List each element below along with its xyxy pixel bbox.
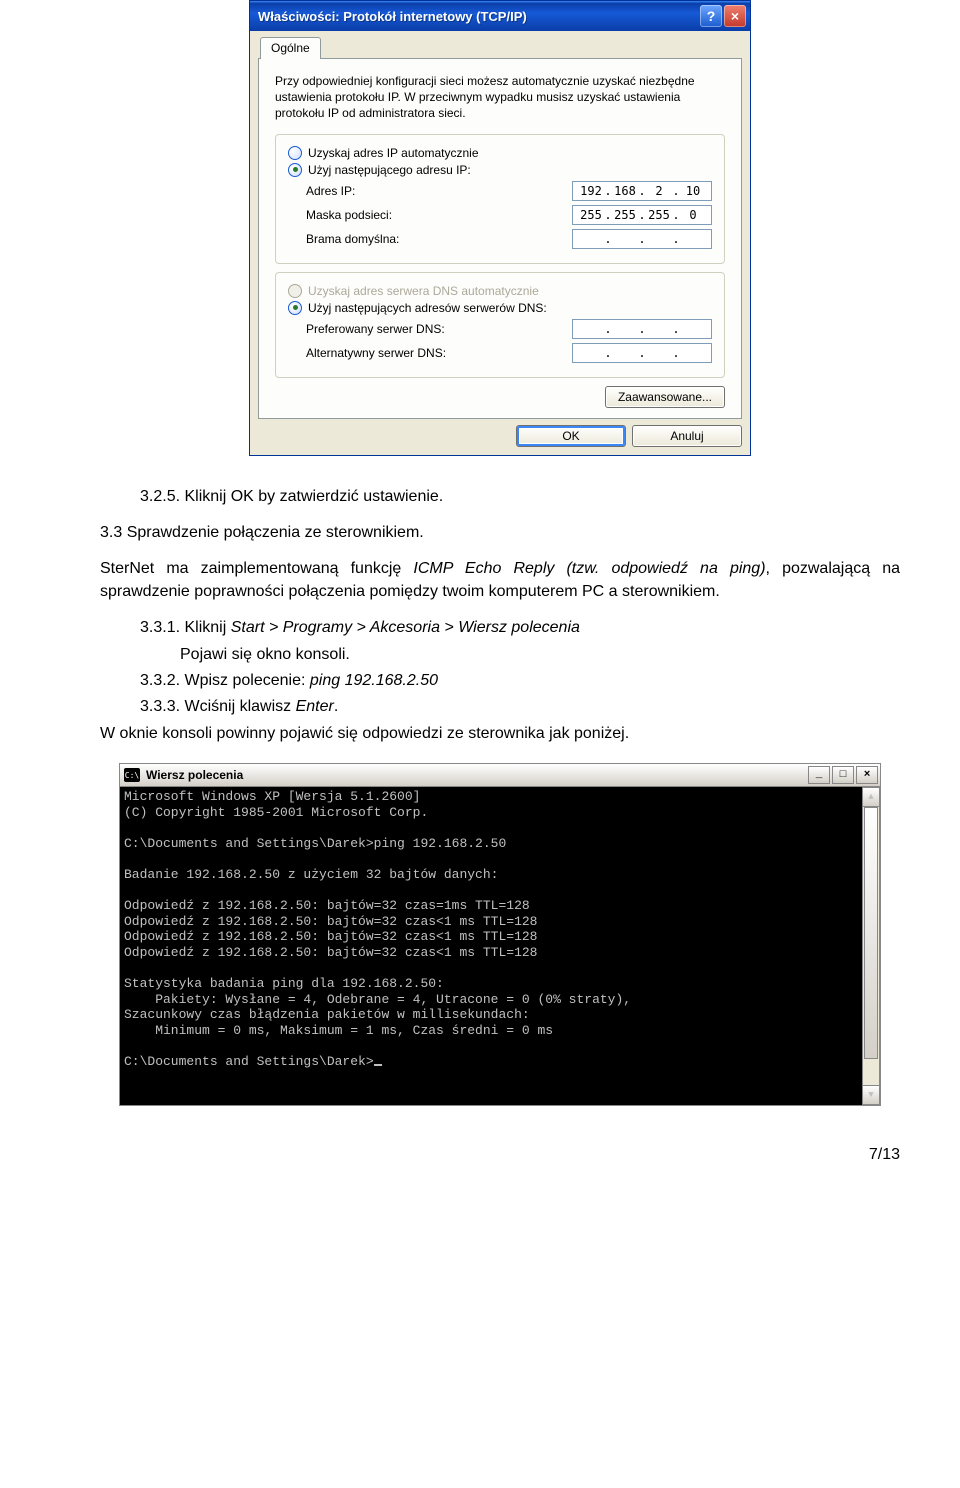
- tcpip-properties-dialog: Właściwości: Protokół internetowy (TCP/I…: [249, 0, 751, 456]
- cmd-titlebar[interactable]: C:\ Wiersz polecenia _ □ ×: [120, 764, 880, 787]
- subnet-mask-input[interactable]: 255. 255. 255. 0: [572, 205, 712, 225]
- intro-text: Przy odpowiedniej konfiguracji sieci moż…: [275, 73, 725, 122]
- close-button[interactable]: ×: [724, 5, 746, 27]
- cancel-button[interactable]: Anuluj: [632, 425, 742, 447]
- vertical-scrollbar[interactable]: ▲ ▼: [862, 787, 880, 1105]
- ok-button[interactable]: OK: [516, 425, 626, 447]
- radio-dns-auto: [288, 284, 302, 298]
- dns-pref-label: Preferowany serwer DNS:: [306, 322, 572, 336]
- window-title: Właściwości: Protokół internetowy (TCP/I…: [258, 9, 698, 24]
- cursor: [374, 1064, 382, 1066]
- help-button[interactable]: ?: [700, 5, 722, 27]
- step-3-3-3: 3.3.3. Wciśnij klawisz Enter.: [100, 696, 900, 718]
- maximize-button[interactable]: □: [832, 766, 854, 784]
- radio-ip-auto[interactable]: [288, 146, 302, 160]
- scroll-thumb[interactable]: [864, 807, 878, 1059]
- ip-address-label: Adres IP:: [306, 184, 572, 198]
- radio-dns-manual-label: Użyj następujących adresów serwerów DNS:: [308, 301, 547, 315]
- step-3-3-1: 3.3.1. Kliknij Start > Programy > Akceso…: [100, 617, 900, 639]
- gateway-label: Brama domyślna:: [306, 232, 572, 246]
- scroll-down-icon[interactable]: ▼: [862, 1085, 880, 1105]
- radio-dns-auto-label: Uzyskaj adres serwera DNS automatycznie: [308, 284, 539, 298]
- ip-groupbox: Uzyskaj adres IP automatycznie Użyj nast…: [275, 134, 725, 264]
- cmd-icon: C:\: [124, 768, 140, 782]
- radio-ip-auto-label: Uzyskaj adres IP automatycznie: [308, 146, 479, 160]
- step-3-3-2: 3.3.2. Wpisz polecenie: ping 192.168.2.5…: [100, 670, 900, 692]
- dns-alt-label: Alternatywny serwer DNS:: [306, 346, 572, 360]
- step-3-3-1-sub: Pojawi się okno konsoli.: [100, 644, 900, 666]
- dns-pref-input[interactable]: . . .: [572, 319, 712, 339]
- page-number: 7/13: [100, 1146, 900, 1164]
- dns-alt-input[interactable]: . . .: [572, 343, 712, 363]
- radio-dns-manual[interactable]: [288, 301, 302, 315]
- radio-ip-manual[interactable]: [288, 163, 302, 177]
- gateway-input[interactable]: . . .: [572, 229, 712, 249]
- paragraph-after-steps: W oknie konsoli powinny pojawić się odpo…: [100, 723, 900, 745]
- step-3-2-5: 3.2.5. Kliknij OK by zatwierdzić ustawie…: [100, 486, 900, 508]
- titlebar[interactable]: Właściwości: Protokół internetowy (TCP/I…: [250, 1, 750, 31]
- tab-general[interactable]: Ogólne: [260, 37, 321, 59]
- ip-address-input[interactable]: 192. 168. 2. 10: [572, 181, 712, 201]
- cmd-title: Wiersz polecenia: [146, 768, 806, 782]
- dns-groupbox: Uzyskaj adres serwera DNS automatycznie …: [275, 272, 725, 378]
- subnet-mask-label: Maska podsieci:: [306, 208, 572, 222]
- paragraph-3-3: SterNet ma zaimplementowaną funkcję ICMP…: [100, 558, 900, 603]
- close-cmd-button[interactable]: ×: [856, 766, 878, 784]
- cmd-output[interactable]: Microsoft Windows XP [Wersja 5.1.2600] (…: [120, 787, 880, 1105]
- scroll-up-icon[interactable]: ▲: [862, 787, 880, 807]
- advanced-button[interactable]: Zaawansowane...: [605, 386, 725, 408]
- radio-ip-manual-label: Użyj następującego adresu IP:: [308, 163, 471, 177]
- command-prompt-window: C:\ Wiersz polecenia _ □ × Microsoft Win…: [119, 763, 881, 1106]
- heading-3-3: 3.3 Sprawdzenie połączenia ze sterowniki…: [100, 522, 900, 544]
- minimize-button[interactable]: _: [808, 766, 830, 784]
